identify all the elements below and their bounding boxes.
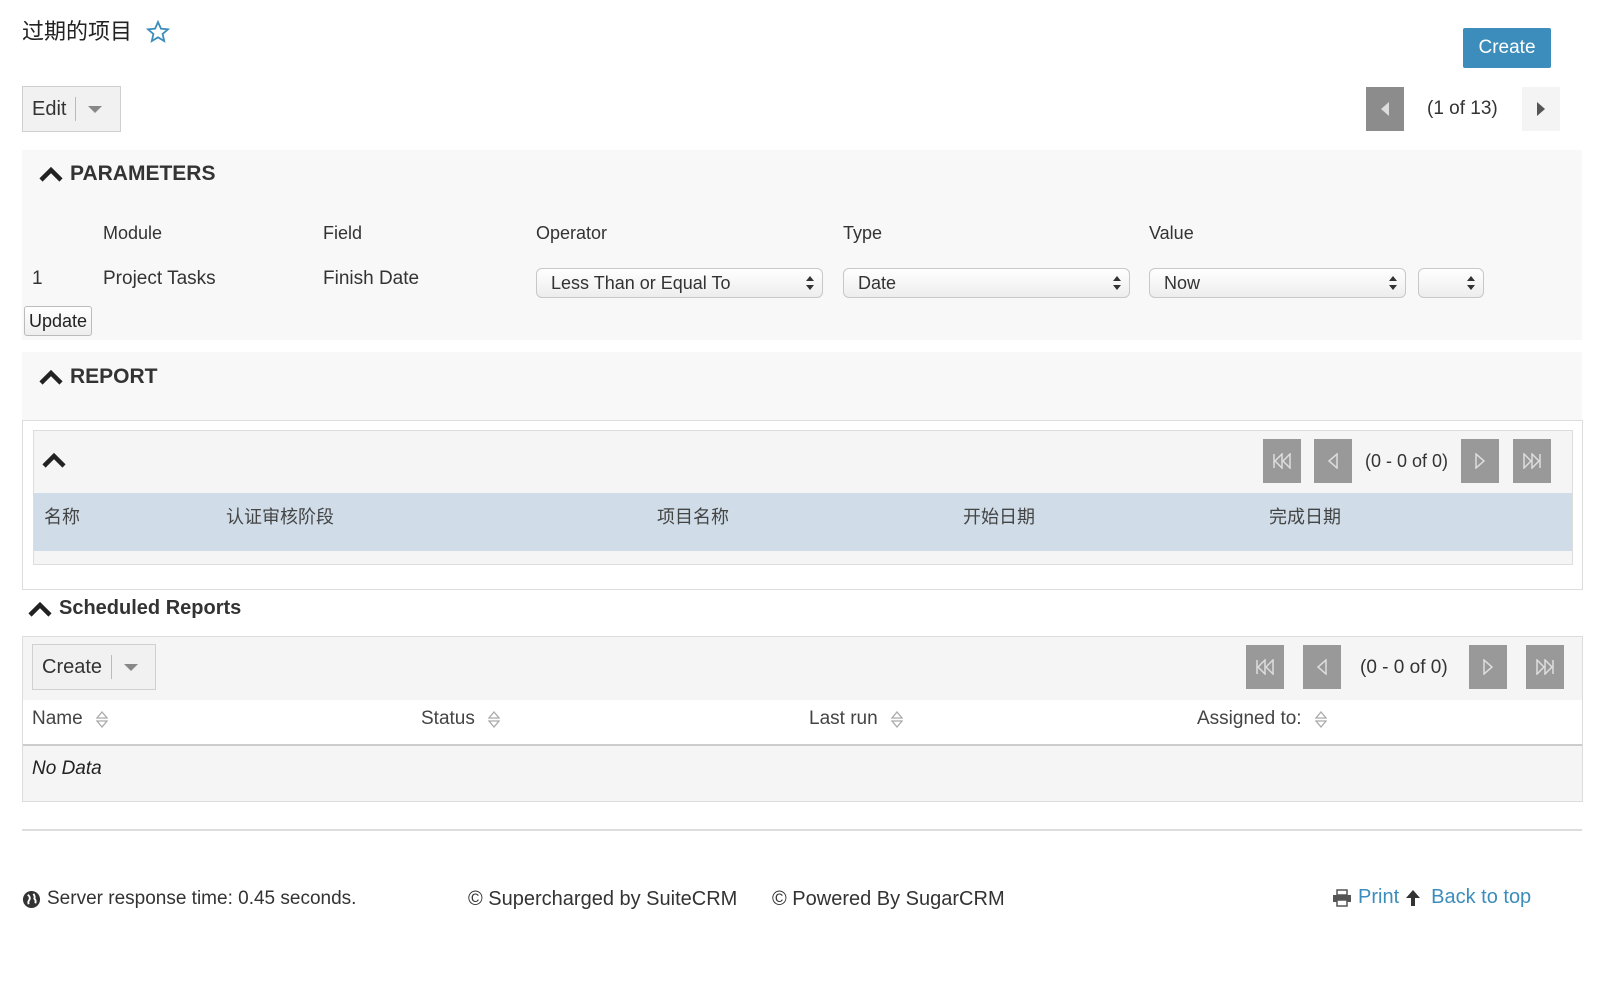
first-page-button[interactable] (1263, 439, 1301, 483)
scheduled-reports-heading: Scheduled Reports (59, 597, 242, 619)
next-record-button[interactable] (1522, 87, 1560, 131)
scheduled-column-last-run[interactable]: Last run (809, 708, 903, 730)
favorite-star-icon[interactable] (146, 20, 170, 44)
last-page-button[interactable] (1513, 439, 1551, 483)
scheduled-reports-header[interactable]: Scheduled Reports (27, 597, 241, 620)
first-page-button[interactable] (1246, 645, 1284, 689)
select-arrows-icon (806, 276, 814, 290)
globe-icon (22, 890, 41, 908)
collapse-icon (28, 601, 52, 617)
last-page-icon (1536, 659, 1554, 675)
column-label: Assigned to: (1197, 708, 1302, 729)
collapse-icon (39, 369, 63, 385)
sort-icon (1314, 710, 1327, 728)
report-header[interactable]: REPORT (38, 365, 158, 389)
report-heading: REPORT (70, 365, 158, 388)
parameter-module: Project Tasks (103, 268, 216, 289)
report-pagination: (0 - 0 of 0) (1365, 451, 1449, 471)
parameter-index: 1 (32, 268, 43, 289)
divider (75, 97, 77, 121)
select-arrows-icon (1467, 276, 1475, 290)
value-value: Now (1164, 272, 1201, 293)
parameters-header[interactable]: PARAMETERS (38, 162, 215, 186)
type-value: Date (858, 272, 897, 293)
scheduled-pagination: (0 - 0 of 0) (1360, 657, 1448, 678)
sugarcrm-link[interactable]: © Powered By SugarCRM (772, 888, 1005, 911)
column-type: Type (843, 223, 883, 243)
response-time-text: Server response time: 0.45 seconds. (47, 888, 357, 909)
report-column[interactable]: 开始日期 (963, 503, 1035, 529)
sort-icon (488, 710, 501, 728)
record-pagination: (1 of 13) (1427, 98, 1498, 119)
last-page-icon (1523, 453, 1541, 469)
select-arrows-icon (1389, 276, 1397, 290)
next-page-button[interactable] (1469, 645, 1507, 689)
column-module: Module (103, 223, 163, 243)
first-page-icon (1273, 453, 1291, 469)
empty-state-text: No Data (32, 758, 102, 779)
arrow-up-icon (1406, 889, 1421, 906)
report-column[interactable]: 名称 (44, 503, 80, 529)
column-label: Name (32, 708, 83, 729)
update-button[interactable]: Update (24, 306, 93, 336)
create-button[interactable]: Create (1463, 28, 1551, 68)
report-column[interactable]: 认证审核阶段 (226, 503, 334, 529)
previous-page-button[interactable] (1303, 645, 1341, 689)
footer-divider (22, 829, 1582, 831)
scheduled-create-button[interactable]: Create (32, 644, 156, 690)
parameter-field: Finish Date (323, 268, 420, 289)
last-page-button[interactable] (1526, 645, 1564, 689)
first-page-icon (1256, 659, 1274, 675)
edit-button[interactable]: Edit (22, 86, 121, 132)
previous-icon (1327, 453, 1338, 469)
value-extra-select[interactable] (1418, 268, 1484, 298)
back-to-top-link[interactable]: Back to top (1431, 886, 1531, 909)
edit-label: Edit (32, 97, 67, 120)
previous-icon (1316, 659, 1327, 675)
collapse-icon (39, 166, 63, 182)
scheduled-create-label: Create (42, 655, 103, 678)
next-page-button[interactable] (1461, 439, 1499, 483)
scheduled-column-name[interactable]: Name (32, 708, 108, 730)
previous-record-button[interactable] (1366, 87, 1404, 131)
column-operator: Operator (536, 223, 608, 243)
page-title: 过期的项目 (22, 19, 133, 44)
suitecrm-link[interactable]: © Supercharged by SuiteCRM (468, 888, 737, 911)
operator-select[interactable]: Less Than or Equal To (536, 268, 823, 298)
column-field: Field (323, 223, 363, 243)
column-value: Value (1149, 223, 1194, 243)
scheduled-column-assigned-to[interactable]: Assigned to: (1197, 708, 1327, 730)
column-label: Last run (809, 708, 878, 729)
next-icon (1537, 102, 1545, 116)
value-select[interactable]: Now (1149, 268, 1406, 298)
operator-value: Less Than or Equal To (551, 272, 731, 293)
type-select[interactable]: Date (843, 268, 1130, 298)
server-response-time: Server response time: 0.45 seconds. (22, 888, 356, 910)
sort-icon (95, 710, 108, 728)
report-column[interactable]: 完成日期 (1269, 503, 1341, 529)
printer-icon (1333, 888, 1351, 907)
report-column[interactable]: 项目名称 (657, 503, 729, 529)
parameters-panel (22, 150, 1582, 340)
parameters-heading: PARAMETERS (70, 162, 216, 185)
chevron-down-icon[interactable] (88, 105, 103, 113)
select-arrows-icon (1113, 276, 1121, 290)
previous-icon (1381, 102, 1389, 116)
footer-actions: Print Back to top (1332, 886, 1531, 909)
collapse-icon[interactable] (41, 451, 67, 469)
next-icon (1475, 453, 1486, 469)
chevron-down-icon[interactable] (124, 663, 139, 671)
sort-icon (890, 710, 903, 728)
previous-page-button[interactable] (1314, 439, 1352, 483)
divider (111, 655, 113, 679)
scheduled-table-header (23, 700, 1582, 746)
print-link[interactable]: Print (1358, 886, 1399, 909)
next-icon (1483, 659, 1494, 675)
scheduled-column-status[interactable]: Status (421, 708, 501, 730)
column-label: Status (421, 708, 475, 729)
